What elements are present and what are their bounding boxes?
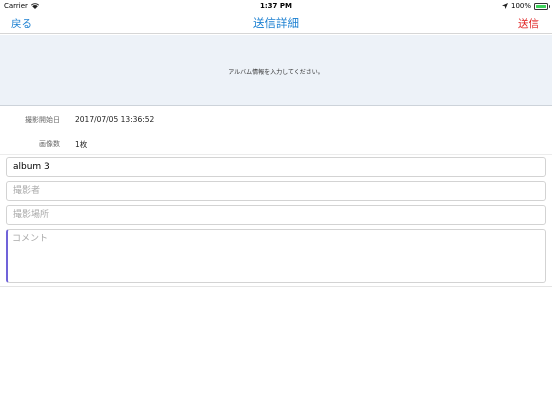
image-count-row: 画像数 1枚 xyxy=(0,132,552,156)
back-button[interactable]: 戻る xyxy=(11,16,32,31)
shooting-start-date-value: 2017/07/05 13:36:52 xyxy=(75,115,155,124)
status-bar: Carrier 1:37 PM 100% xyxy=(0,0,552,12)
page-title: 送信詳細 xyxy=(253,16,299,30)
form-bottom-divider xyxy=(0,286,552,287)
battery-percentage: 100% xyxy=(510,2,531,10)
battery-fill xyxy=(536,4,546,8)
banner-message: アルバム情報を入力してください。 xyxy=(228,69,324,76)
image-count-label: 画像数 xyxy=(39,140,60,148)
battery-icon xyxy=(534,2,550,10)
album-name-input[interactable] xyxy=(6,157,546,177)
location-arrow-icon xyxy=(501,3,508,9)
status-right: 100% xyxy=(501,2,550,10)
photographer-input[interactable] xyxy=(6,181,546,201)
send-button[interactable]: 送信 xyxy=(518,16,539,31)
divider xyxy=(0,154,552,155)
shooting-start-date-row: 撮影開始日 2017/07/05 13:36:52 xyxy=(0,108,552,132)
navigation-bar: 戻る 送信詳細 送信 xyxy=(0,12,552,34)
shooting-location-input[interactable] xyxy=(6,205,546,225)
comment-textarea[interactable] xyxy=(6,229,546,283)
shooting-start-date-label: 撮影開始日 xyxy=(25,116,60,124)
album-info-banner: アルバム情報を入力してください。 xyxy=(0,35,552,106)
image-count-value: 1枚 xyxy=(75,140,88,149)
status-time: 1:37 PM xyxy=(260,2,292,10)
